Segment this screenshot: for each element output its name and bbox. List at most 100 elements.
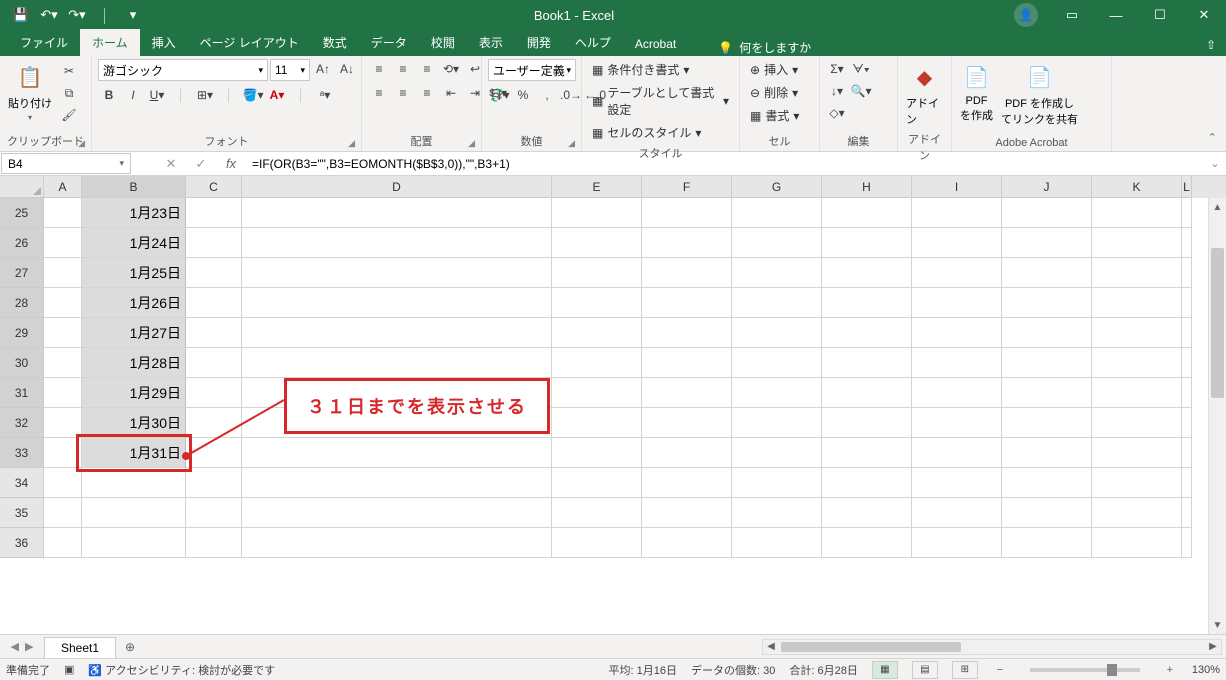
- page-layout-view-button[interactable]: ▤: [912, 661, 938, 679]
- align-left-button[interactable]: ≡: [368, 83, 390, 103]
- zoom-slider-thumb[interactable]: [1107, 664, 1117, 676]
- select-all-button[interactable]: [0, 176, 44, 198]
- share-button[interactable]: ⇧: [1196, 34, 1226, 56]
- cell-G26[interactable]: [732, 228, 822, 258]
- align-right-button[interactable]: ≡: [416, 83, 438, 103]
- cell-A36[interactable]: [44, 528, 82, 558]
- cell-A26[interactable]: [44, 228, 82, 258]
- cell-C27[interactable]: [186, 258, 242, 288]
- cell-F28[interactable]: [642, 288, 732, 318]
- cell-A33[interactable]: [44, 438, 82, 468]
- cell-H31[interactable]: [822, 378, 912, 408]
- cell-B27[interactable]: 1月25日: [82, 258, 186, 288]
- cell-J33[interactable]: [1002, 438, 1092, 468]
- cell-L30[interactable]: [1182, 348, 1192, 378]
- cell-D28[interactable]: [242, 288, 552, 318]
- phonetic-button[interactable]: ᵃ▾: [314, 85, 336, 105]
- row-header-35[interactable]: 35: [0, 498, 44, 528]
- cell-H34[interactable]: [822, 468, 912, 498]
- cell-J35[interactable]: [1002, 498, 1092, 528]
- vertical-scrollbar[interactable]: ▲ ▼: [1208, 198, 1226, 634]
- cell-A25[interactable]: [44, 198, 82, 228]
- row-header-32[interactable]: 32: [0, 408, 44, 438]
- cell-K34[interactable]: [1092, 468, 1182, 498]
- cell-K35[interactable]: [1092, 498, 1182, 528]
- cell-G30[interactable]: [732, 348, 822, 378]
- cell-B35[interactable]: [82, 498, 186, 528]
- cell-E28[interactable]: [552, 288, 642, 318]
- row-header-28[interactable]: 28: [0, 288, 44, 318]
- cell-E25[interactable]: [552, 198, 642, 228]
- scroll-down-button[interactable]: ▼: [1209, 616, 1226, 634]
- cell-H25[interactable]: [822, 198, 912, 228]
- cell-K28[interactable]: [1092, 288, 1182, 318]
- autosum-button[interactable]: Σ▾: [826, 59, 848, 79]
- cell-F36[interactable]: [642, 528, 732, 558]
- scroll-left-button[interactable]: ◀: [763, 640, 779, 654]
- comma-button[interactable]: ,: [536, 85, 558, 105]
- cell-L25[interactable]: [1182, 198, 1192, 228]
- find-select-button[interactable]: 🔍▾: [850, 81, 872, 101]
- cell-F27[interactable]: [642, 258, 732, 288]
- cell-E32[interactable]: [552, 408, 642, 438]
- cell-L36[interactable]: [1182, 528, 1192, 558]
- cell-K32[interactable]: [1092, 408, 1182, 438]
- row-header-26[interactable]: 26: [0, 228, 44, 258]
- page-break-view-button[interactable]: ⊞: [952, 661, 978, 679]
- cell-K31[interactable]: [1092, 378, 1182, 408]
- cell-H33[interactable]: [822, 438, 912, 468]
- row-header-33[interactable]: 33: [0, 438, 44, 468]
- cell-I32[interactable]: [912, 408, 1002, 438]
- insert-cells-button[interactable]: ⊕挿入▾: [746, 59, 802, 80]
- cell-K29[interactable]: [1092, 318, 1182, 348]
- horizontal-scrollbar[interactable]: ◀ ▶: [762, 639, 1222, 655]
- cell-K25[interactable]: [1092, 198, 1182, 228]
- tab-insert[interactable]: 挿入: [140, 29, 188, 56]
- cell-D27[interactable]: [242, 258, 552, 288]
- zoom-out-button[interactable]: −: [992, 664, 1008, 676]
- tab-acrobat[interactable]: Acrobat: [623, 32, 688, 56]
- cell-A29[interactable]: [44, 318, 82, 348]
- decrease-font-button[interactable]: A↓: [336, 59, 358, 79]
- tab-developer[interactable]: 開発: [515, 29, 563, 56]
- cell-E29[interactable]: [552, 318, 642, 348]
- cell-D36[interactable]: [242, 528, 552, 558]
- paste-button[interactable]: 📋 貼り付け ▾: [6, 59, 54, 124]
- macro-record-icon[interactable]: ▣: [64, 663, 74, 676]
- zoom-in-button[interactable]: +: [1162, 664, 1178, 676]
- maximize-button[interactable]: ☐: [1138, 0, 1182, 30]
- cell-J31[interactable]: [1002, 378, 1092, 408]
- column-header-C[interactable]: C: [186, 176, 242, 198]
- row-header-27[interactable]: 27: [0, 258, 44, 288]
- font-color-button[interactable]: A▾: [266, 85, 288, 105]
- cell-D33[interactable]: [242, 438, 552, 468]
- cell-H29[interactable]: [822, 318, 912, 348]
- cell-J26[interactable]: [1002, 228, 1092, 258]
- cell-G36[interactable]: [732, 528, 822, 558]
- cell-G27[interactable]: [732, 258, 822, 288]
- cell-L27[interactable]: [1182, 258, 1192, 288]
- cell-B28[interactable]: 1月26日: [82, 288, 186, 318]
- delete-cells-button[interactable]: ⊖削除▾: [746, 82, 802, 103]
- horizontal-scroll-thumb[interactable]: [781, 642, 961, 652]
- cell-I33[interactable]: [912, 438, 1002, 468]
- column-header-H[interactable]: H: [822, 176, 912, 198]
- cell-C29[interactable]: [186, 318, 242, 348]
- cell-L34[interactable]: [1182, 468, 1192, 498]
- cell-A30[interactable]: [44, 348, 82, 378]
- cell-D25[interactable]: [242, 198, 552, 228]
- accounting-format-button[interactable]: 💱▾: [488, 85, 510, 105]
- cell-D35[interactable]: [242, 498, 552, 528]
- cell-G32[interactable]: [732, 408, 822, 438]
- cell-J34[interactable]: [1002, 468, 1092, 498]
- new-sheet-button[interactable]: ⊕: [116, 640, 144, 654]
- cell-I28[interactable]: [912, 288, 1002, 318]
- tab-review[interactable]: 校閲: [419, 29, 467, 56]
- cell-A34[interactable]: [44, 468, 82, 498]
- cell-F33[interactable]: [642, 438, 732, 468]
- cell-D34[interactable]: [242, 468, 552, 498]
- row-header-30[interactable]: 30: [0, 348, 44, 378]
- close-button[interactable]: ✕: [1182, 0, 1226, 30]
- row-header-34[interactable]: 34: [0, 468, 44, 498]
- italic-button[interactable]: I: [122, 85, 144, 105]
